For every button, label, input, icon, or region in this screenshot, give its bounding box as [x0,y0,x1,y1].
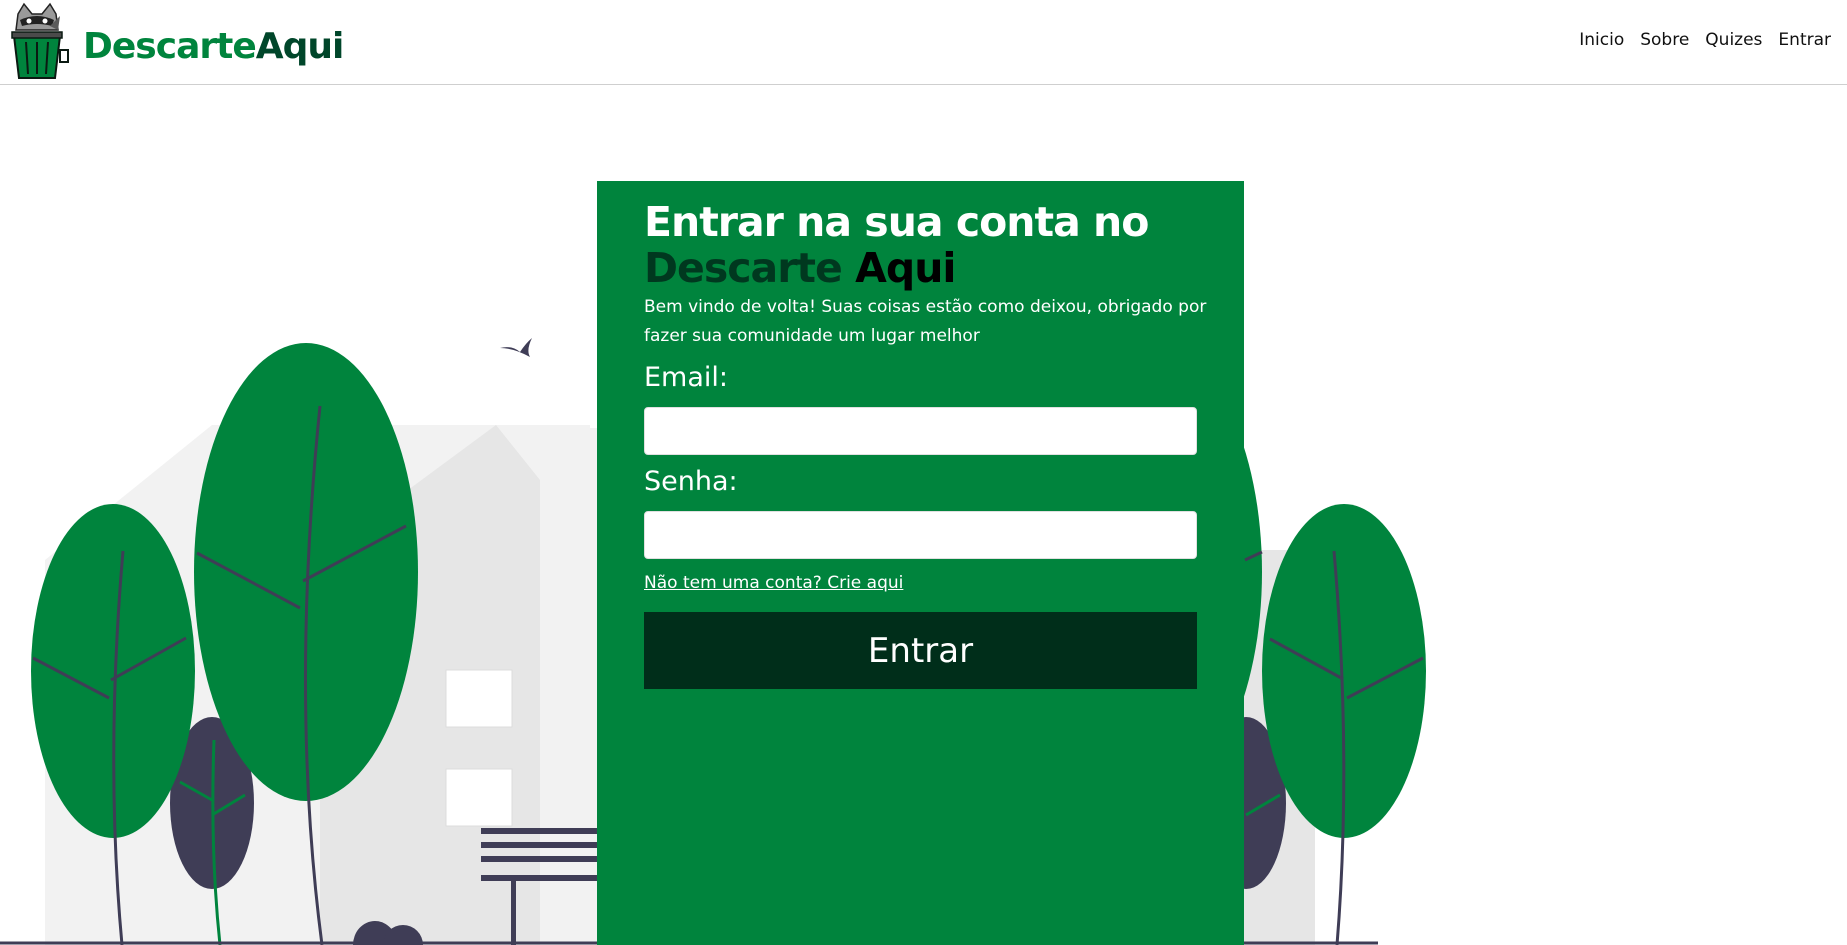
site-header: DescarteAqui Inicio Sobre Quizes Entrar [0,0,1847,85]
raccoon-trash-bin-icon[interactable] [10,2,78,80]
main-nav: Inicio Sobre Quizes Entrar [1579,30,1831,50]
login-card: Entrar na sua conta no Descarte Aqui Bem… [597,181,1244,945]
nav-sobre[interactable]: Sobre [1640,30,1689,50]
login-subtitle: Bem vindo de volta! Suas coisas estão co… [644,297,1207,346]
bird-icon [500,338,532,357]
nav-entrar[interactable]: Entrar [1778,30,1831,50]
login-submit-button[interactable]: Entrar [644,612,1197,689]
title-line: Entrar na sua conta no [644,198,1149,246]
nav-quizes[interactable]: Quizes [1705,30,1762,50]
email-field[interactable] [644,407,1197,455]
brand-logo[interactable]: DescarteAqui [83,26,345,67]
title-brand-descarte: Descarte [644,244,843,292]
login-title: Entrar na sua conta no Descarte Aqui [644,199,1224,291]
password-field[interactable] [644,511,1197,559]
nav-inicio[interactable]: Inicio [1579,30,1624,50]
password-label: Senha: [644,466,738,497]
email-label: Email: [644,362,729,393]
title-brand-aqui: Aqui [855,244,956,292]
brand-part-descarte: Descarte [83,26,257,67]
signup-link[interactable]: Não tem uma conta? Crie aqui [644,573,903,593]
brand-part-aqui: Aqui [255,26,345,67]
